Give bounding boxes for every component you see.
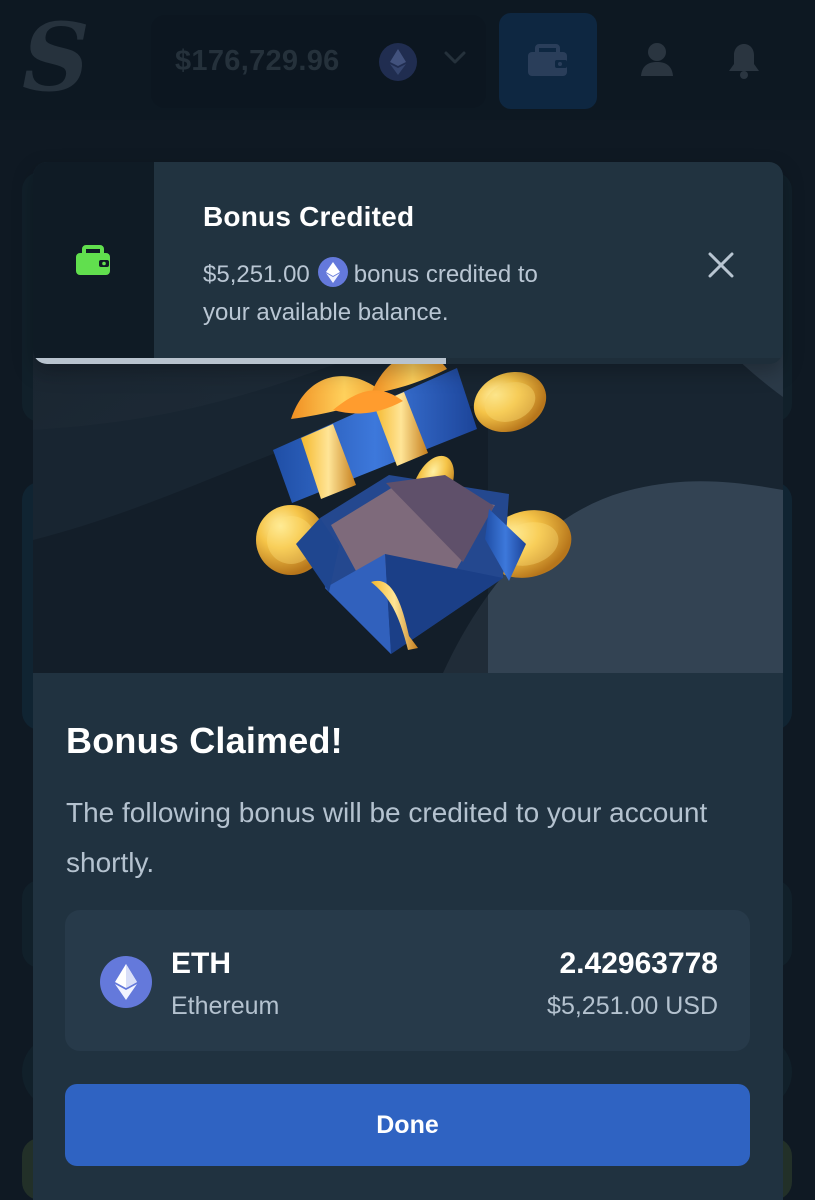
close-icon[interactable] [704,248,738,282]
top-bar: S $176,729.96 [0,0,815,120]
bonus-claimed-screen: S $176,729.96 Bonus Claimed! The followi… [0,0,815,1200]
modal-title: Bonus Claimed! [66,720,343,761]
toast-message-line-1: $5,251.00 bonus credited to [203,257,538,289]
bonus-credited-toast: Bonus Credited $5,251.00 bonus credited t… [33,162,783,364]
site-logo[interactable]: S [22,11,90,106]
toast-message-suffix: bonus credited to [353,261,538,288]
ethereum-icon [379,43,417,81]
ethereum-icon [317,257,348,287]
wallet-button[interactable] [499,13,597,109]
bonus-description: The following bonus will be credited to … [66,797,708,878]
done-button[interactable]: Done [65,1084,750,1166]
toast-bonus-amount: $5,251.00 [203,261,310,288]
ethereum-icon [100,956,152,1008]
asset-symbol: ETH [171,947,231,980]
bell-icon[interactable] [724,40,764,80]
balance-selector[interactable]: $176,729.96 [151,15,486,108]
toast-icon-panel [33,162,154,364]
toast-message-line-2: your available balance. [203,299,449,326]
asset-name: Ethereum [171,992,280,1020]
user-icon[interactable] [637,40,677,80]
toast-progress-fill [33,358,446,364]
wallet-icon [74,243,112,278]
account-balance: $176,729.96 [175,45,340,77]
chevron-down-icon [442,49,468,67]
toast-title: Bonus Credited [203,201,415,232]
bonus-asset-card: ETH Ethereum 2.42963778 $5,251.00 USD [65,910,750,1051]
wallet-icon [526,40,569,80]
bonus-usd-value: $5,251.00 USD [547,992,718,1020]
toast-progress [33,358,783,364]
bonus-crypto-amount: 2.42963778 [559,947,719,980]
